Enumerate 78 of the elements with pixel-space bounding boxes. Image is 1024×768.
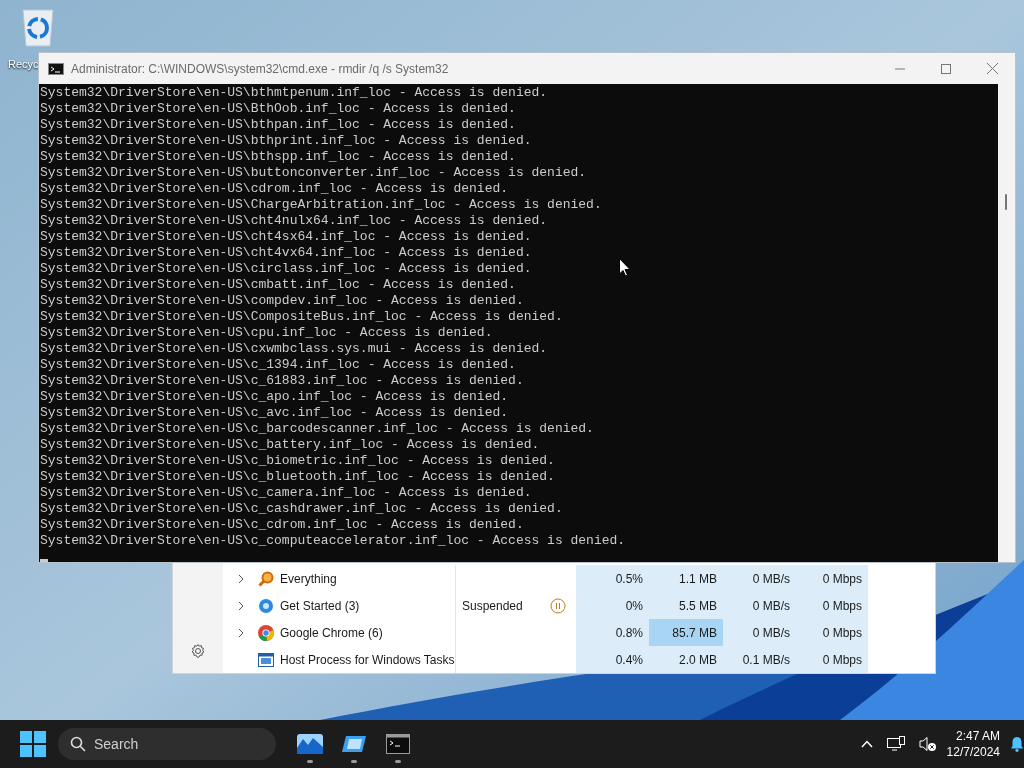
console-line: System32\DriverStore\en-US\c_battery.inf_loc - Access is denied. xyxy=(40,437,540,453)
console-line: System32\DriverStore\en-US\c_cdrom.inf_loc - Access is denied. xyxy=(40,517,524,533)
memory-usage-cell: 1.1 MB xyxy=(649,565,723,592)
disk-usage-cell: 0.1 MB/s xyxy=(723,646,796,673)
expand-chevron-icon[interactable] xyxy=(237,627,244,638)
console-line: System32\DriverStore\en-US\bthpan.inf_loc - Access is denied. xyxy=(40,117,516,133)
window-app-icon[interactable] xyxy=(342,734,366,754)
console-line: System32\DriverStore\en-US\c_61883.inf_loc - Access is denied. xyxy=(40,373,524,389)
process-name[interactable]: Get Started (3) xyxy=(280,596,360,615)
console-line: System32\DriverStore\en-US\circlass.inf_loc - Access is denied. xyxy=(40,261,532,277)
disk-usage-cell: 0 MB/s xyxy=(723,619,796,646)
clock-date[interactable]: 12/7/2024 xyxy=(946,744,1000,760)
memory-usage-cell: 5.5 MB xyxy=(649,592,723,619)
console-line: System32\DriverStore\en-US\c_cashdrawer.inf_loc - Access is denied. xyxy=(40,501,563,517)
console-line: System32\DriverStore\en-US\buttonconverter.inf_loc - Access is denied. xyxy=(40,165,587,181)
speaker-muted-icon[interactable] xyxy=(918,736,937,752)
notification-bell-icon[interactable] xyxy=(1010,736,1024,752)
text-cursor xyxy=(40,559,48,562)
search-field[interactable]: Search xyxy=(58,728,276,760)
app-icon xyxy=(259,598,273,613)
cpu-usage-cell: 0.5% xyxy=(576,565,649,592)
clock-time[interactable]: 2:47 AM xyxy=(955,728,1000,744)
network-monitor-icon[interactable] xyxy=(886,736,905,752)
console-line: System32\DriverStore\en-US\c_bluetooth.inf_loc - Access is denied. xyxy=(40,469,555,485)
memory-usage-cell: 85.7 MB xyxy=(649,619,723,646)
console-line: System32\DriverStore\en-US\ChargeArbitration.inf_loc - Access is denied. xyxy=(40,197,602,213)
window-title: Administrator: C:\WINDOWS\system32\cmd.exe - rmdir /q /s System32 xyxy=(71,60,449,78)
disk-usage-cell: 0 MB/s xyxy=(723,592,796,619)
console-line: System32\DriverStore\en-US\cdrom.inf_loc - Access is denied. xyxy=(40,181,509,197)
mouse-pointer-icon xyxy=(619,258,631,277)
console-line: System32\DriverStore\en-US\c_apo.inf_loc - Access is denied. xyxy=(40,389,509,405)
console-line: System32\DriverStore\en-US\cht4sx64.inf_loc - Access is denied. xyxy=(40,229,532,245)
process-name[interactable]: Everything xyxy=(280,569,337,588)
console-line: System32\DriverStore\en-US\c_biometric.inf_loc - Access is denied. xyxy=(40,453,555,469)
console-line: System32\DriverStore\en-US\bthspp.inf_loc - Access is denied. xyxy=(40,149,516,165)
console-line: System32\DriverStore\en-US\cht4vx64.inf_loc - Access is denied. xyxy=(40,245,532,261)
console-line: System32\DriverStore\en-US\bthmtpenum.inf_loc - Access is denied. xyxy=(40,85,548,101)
network-usage-cell: 0 Mbps xyxy=(796,646,868,673)
console-line: System32\DriverStore\en-US\compdev.inf_loc - Access is denied. xyxy=(40,293,524,309)
process-status: Suspended xyxy=(462,597,524,615)
cpu-usage-cell: 0.4% xyxy=(576,646,649,673)
console-line: System32\DriverStore\en-US\cxwmbclass.sys.mui - Access is denied. xyxy=(40,341,548,357)
cpu-usage-cell: 0.8% xyxy=(576,619,649,646)
magnifier-icon xyxy=(258,570,274,587)
console-line: System32\DriverStore\en-US\cht4nulx64.inf_loc - Access is denied. xyxy=(40,213,548,229)
search-icon xyxy=(70,736,86,752)
chevron-up-icon[interactable] xyxy=(860,740,873,748)
console-line: System32\DriverStore\en-US\CompositeBus.inf_loc - Access is denied. xyxy=(40,309,563,325)
settings-icon[interactable] xyxy=(190,643,206,659)
process-name[interactable]: Google Chrome (6) xyxy=(280,623,383,642)
network-usage-cell: 0 Mbps xyxy=(796,565,868,592)
recycle-bin-icon[interactable] xyxy=(19,8,57,48)
console-line: System32\DriverStore\en-US\BthOob.inf_loc - Access is denied. xyxy=(40,101,516,117)
console-line: System32\DriverStore\en-US\bthprint.inf_loc - Access is denied. xyxy=(40,133,532,149)
close-icon xyxy=(986,63,998,74)
console-line: System32\DriverStore\en-US\c_barcodescanner.inf_loc - Access is denied. xyxy=(40,421,594,437)
console-icon xyxy=(48,62,64,75)
console-line: System32\DriverStore\en-US\c_avc.inf_loc - Access is denied. xyxy=(40,405,509,421)
console-app-icon[interactable] xyxy=(386,734,410,754)
window-icon xyxy=(258,652,274,667)
paused-icon xyxy=(550,597,566,614)
maximize-icon xyxy=(941,63,951,74)
console-line: System32\DriverStore\en-US\c_1394.inf_loc - Access is denied. xyxy=(40,357,516,373)
cpu-usage-cell: 0% xyxy=(576,592,649,619)
photos-app-icon[interactable] xyxy=(297,734,323,754)
disk-usage-cell: 0 MB/s xyxy=(723,565,796,592)
console-line: System32\DriverStore\en-US\c_computeaccelerator.inf_loc - Access is denied. xyxy=(40,533,626,549)
network-usage-cell: 0 Mbps xyxy=(796,592,868,619)
start-button[interactable] xyxy=(20,731,46,757)
console-line: System32\DriverStore\en-US\c_camera.inf_loc - Access is denied. xyxy=(40,485,532,501)
process-name[interactable]: Host Process for Windows Tasks xyxy=(280,650,455,669)
expand-chevron-icon[interactable] xyxy=(237,573,244,584)
memory-usage-cell: 2.0 MB xyxy=(649,646,723,673)
browser-icon xyxy=(258,624,274,641)
console-line: System32\DriverStore\en-US\cmbatt.inf_loc - Access is denied. xyxy=(40,277,516,293)
expand-chevron-icon[interactable] xyxy=(237,600,244,611)
console-line: System32\DriverStore\en-US\cpu.inf_loc - Access is denied. xyxy=(40,325,493,341)
network-usage-cell: 0 Mbps xyxy=(796,619,868,646)
